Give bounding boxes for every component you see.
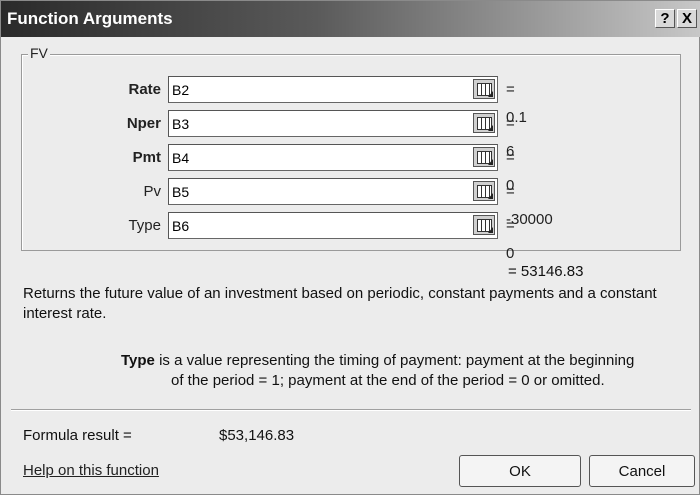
pv-input[interactable] bbox=[169, 179, 465, 205]
collapse-dialog-icon[interactable] bbox=[473, 79, 495, 99]
argument-label-pmt: Pmt bbox=[132, 149, 161, 166]
help-on-function-link[interactable]: Help on this function bbox=[23, 462, 159, 479]
function-description: Returns the future value of an investmen… bbox=[23, 285, 657, 322]
type-input[interactable] bbox=[169, 213, 465, 239]
collapse-dialog-icon[interactable] bbox=[473, 181, 495, 201]
argument-help: Type is a value representing the timing … bbox=[121, 351, 691, 391]
argument-field-pv[interactable] bbox=[168, 178, 498, 205]
formula-result-value: $53,146.83 bbox=[219, 427, 295, 444]
dialog-title: Function Arguments bbox=[7, 9, 173, 28]
close-button[interactable]: X bbox=[677, 9, 697, 28]
argument-help-line1: is a value representing the timing of pa… bbox=[159, 352, 635, 369]
collapse-dialog-icon[interactable] bbox=[473, 113, 495, 133]
title-bar: Function Arguments ? X bbox=[1, 1, 700, 37]
function-arguments-dialog: Function Arguments ? X FV Rate = 0.1 Npe… bbox=[0, 0, 700, 495]
cancel-button[interactable]: Cancel bbox=[589, 455, 695, 487]
argument-label-nper: Nper bbox=[126, 115, 161, 132]
pmt-input[interactable] bbox=[169, 145, 465, 171]
argument-label-type: Type bbox=[128, 217, 161, 234]
collapse-dialog-icon[interactable] bbox=[473, 147, 495, 167]
separator bbox=[11, 409, 691, 411]
function-name-label: FV bbox=[28, 45, 50, 61]
argument-field-nper[interactable] bbox=[168, 110, 498, 137]
argument-help-line2: of the period = 1; payment at the end of… bbox=[171, 372, 605, 389]
argument-field-rate[interactable] bbox=[168, 76, 498, 103]
formula-result-label: Formula result = bbox=[23, 427, 132, 444]
help-button[interactable]: ? bbox=[655, 9, 675, 28]
function-result: = 53146.83 bbox=[508, 263, 584, 280]
argument-field-type[interactable] bbox=[168, 212, 498, 239]
collapse-dialog-icon[interactable] bbox=[473, 215, 495, 235]
argument-label-pv: Pv bbox=[143, 183, 161, 200]
argument-value-type: = 0 bbox=[506, 217, 515, 262]
argument-field-pmt[interactable] bbox=[168, 144, 498, 171]
argument-label-rate: Rate bbox=[128, 81, 161, 98]
ok-button[interactable]: OK bbox=[459, 455, 581, 487]
nper-input[interactable] bbox=[169, 111, 465, 137]
rate-input[interactable] bbox=[169, 77, 465, 103]
argument-help-name: Type bbox=[121, 352, 155, 369]
